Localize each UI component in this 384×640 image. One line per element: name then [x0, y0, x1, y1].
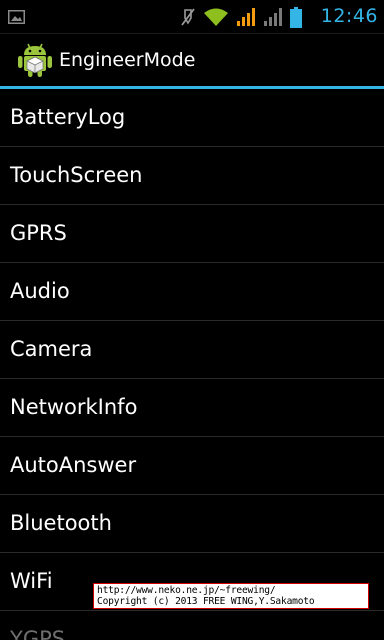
menu-item-network-info[interactable]: NetworkInfo [0, 379, 384, 437]
watermark-copyright: Copyright (c) 2013 FREE WING,Y.Sakamoto [97, 596, 315, 607]
menu-item-label: WiFi [10, 569, 53, 593]
status-bar: 12:46 [0, 0, 384, 34]
wifi-icon [203, 7, 229, 27]
menu-list: BatteryLog TouchScreen GPRS Audio Camera… [0, 89, 384, 640]
menu-item-label: GPRS [10, 221, 67, 245]
menu-item-battery-log[interactable]: BatteryLog [0, 89, 384, 147]
mute-icon [180, 7, 196, 27]
signal-orange-icon [236, 7, 256, 27]
menu-item-label: BatteryLog [10, 105, 126, 129]
menu-item-gprs[interactable]: GPRS [0, 205, 384, 263]
copyright-watermark: http://www.neko.ne.jp/~freewing/ Copyrig… [93, 583, 369, 609]
menu-item-camera[interactable]: Camera [0, 321, 384, 379]
menu-item-label: YGPS [10, 627, 66, 640]
menu-item-bluetooth[interactable]: Bluetooth [0, 495, 384, 553]
battery-icon [290, 6, 302, 28]
menu-item-auto-answer[interactable]: AutoAnswer [0, 437, 384, 495]
menu-item-label: TouchScreen [10, 163, 143, 187]
menu-item-label: NetworkInfo [10, 395, 138, 419]
menu-item-ygps[interactable]: YGPS [0, 611, 384, 640]
picture-icon [8, 9, 25, 24]
app-title: EngineerMode [59, 49, 196, 71]
status-time: 12:46 [320, 5, 378, 27]
menu-item-label: AutoAnswer [10, 453, 137, 477]
menu-item-label: Bluetooth [10, 511, 112, 535]
menu-item-label: Audio [10, 279, 70, 303]
action-bar: EngineerMode [0, 34, 384, 86]
menu-item-label: Camera [10, 337, 93, 361]
status-icons [180, 6, 302, 28]
screen: 12:46 EngineerMode BatteryLog TouchScree… [0, 0, 384, 640]
android-robot-icon[interactable] [17, 42, 53, 78]
watermark-url: http://www.neko.ne.jp/~freewing/ [97, 585, 276, 596]
menu-item-touch-screen[interactable]: TouchScreen [0, 147, 384, 205]
signal-grey-icon [263, 7, 283, 27]
menu-item-audio[interactable]: Audio [0, 263, 384, 321]
